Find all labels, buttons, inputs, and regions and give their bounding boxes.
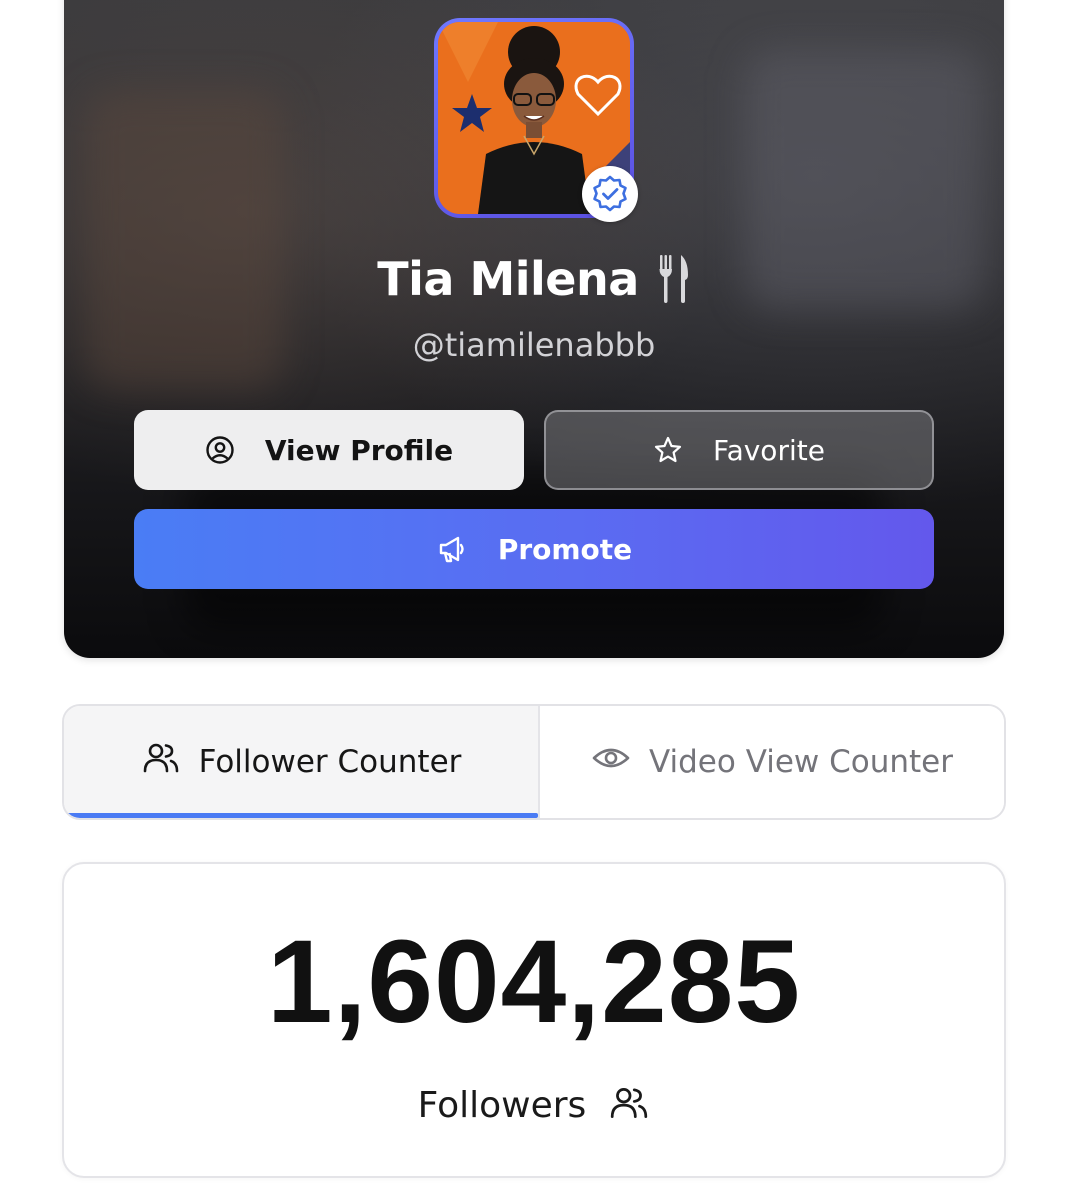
profile-handle: @tiamilenabbb	[412, 326, 656, 364]
megaphone-icon	[436, 533, 468, 565]
tab-follower-counter-label: Follower Counter	[198, 744, 462, 780]
counter-tabs: Follower Counter Video View Counter	[62, 704, 1006, 820]
view-profile-button[interactable]: View Profile	[134, 410, 524, 490]
profile-card: Tia Milena @tiamilenabbb View Profile Fa…	[64, 0, 1004, 658]
favorite-button[interactable]: Favorite	[544, 410, 934, 490]
follower-counter-card: 1,604,285 Followers	[62, 862, 1006, 1178]
user-circle-icon	[205, 435, 235, 465]
fork-and-knife-icon	[657, 253, 691, 305]
page: Tia Milena @tiamilenabbb View Profile Fa…	[0, 0, 1068, 1200]
counter-label-row: Followers	[64, 1082, 1004, 1128]
active-tab-indicator	[64, 813, 538, 818]
follower-count: 1,604,285	[267, 916, 801, 1048]
eye-icon	[591, 738, 631, 786]
star-icon	[653, 435, 683, 465]
promote-label: Promote	[497, 532, 633, 566]
followers-label: Followers	[417, 1084, 587, 1126]
tab-video-view-counter[interactable]: Video View Counter	[538, 706, 1004, 818]
tab-follower-counter[interactable]: Follower Counter	[64, 706, 538, 818]
profile-name-row: Tia Milena	[64, 252, 1004, 306]
tab-video-view-counter-label: Video View Counter	[648, 744, 953, 780]
users-icon	[141, 738, 181, 786]
view-profile-label: View Profile	[264, 433, 454, 467]
profile-name: Tia Milena	[377, 252, 639, 306]
favorite-label: Favorite	[713, 433, 825, 467]
verified-badge-icon	[582, 166, 638, 222]
users-icon	[608, 1082, 650, 1128]
promote-button[interactable]: Promote	[134, 509, 934, 589]
